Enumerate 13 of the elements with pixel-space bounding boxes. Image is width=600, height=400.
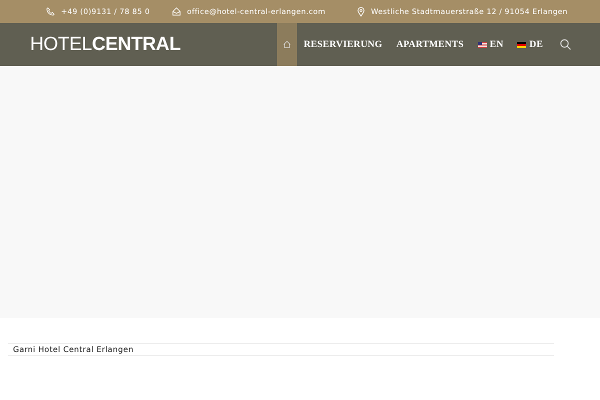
hotel-logo[interactable]: HOTELCENTRAL — [30, 34, 181, 56]
flag-icon — [478, 42, 487, 48]
envelope-icon — [172, 7, 181, 16]
language-link[interactable]: EN — [470, 23, 510, 66]
home-tab[interactable] — [276, 23, 297, 66]
location-pin-icon — [357, 6, 365, 16]
language-link[interactable]: DE — [510, 23, 550, 66]
search-icon — [560, 39, 571, 50]
nav-link[interactable]: RESERVIERUNG — [296, 23, 390, 66]
phone-icon — [46, 7, 55, 16]
flag-icon — [517, 42, 526, 48]
nav-link[interactable]: APARTMENTS — [389, 23, 471, 66]
home-icon — [282, 40, 291, 49]
